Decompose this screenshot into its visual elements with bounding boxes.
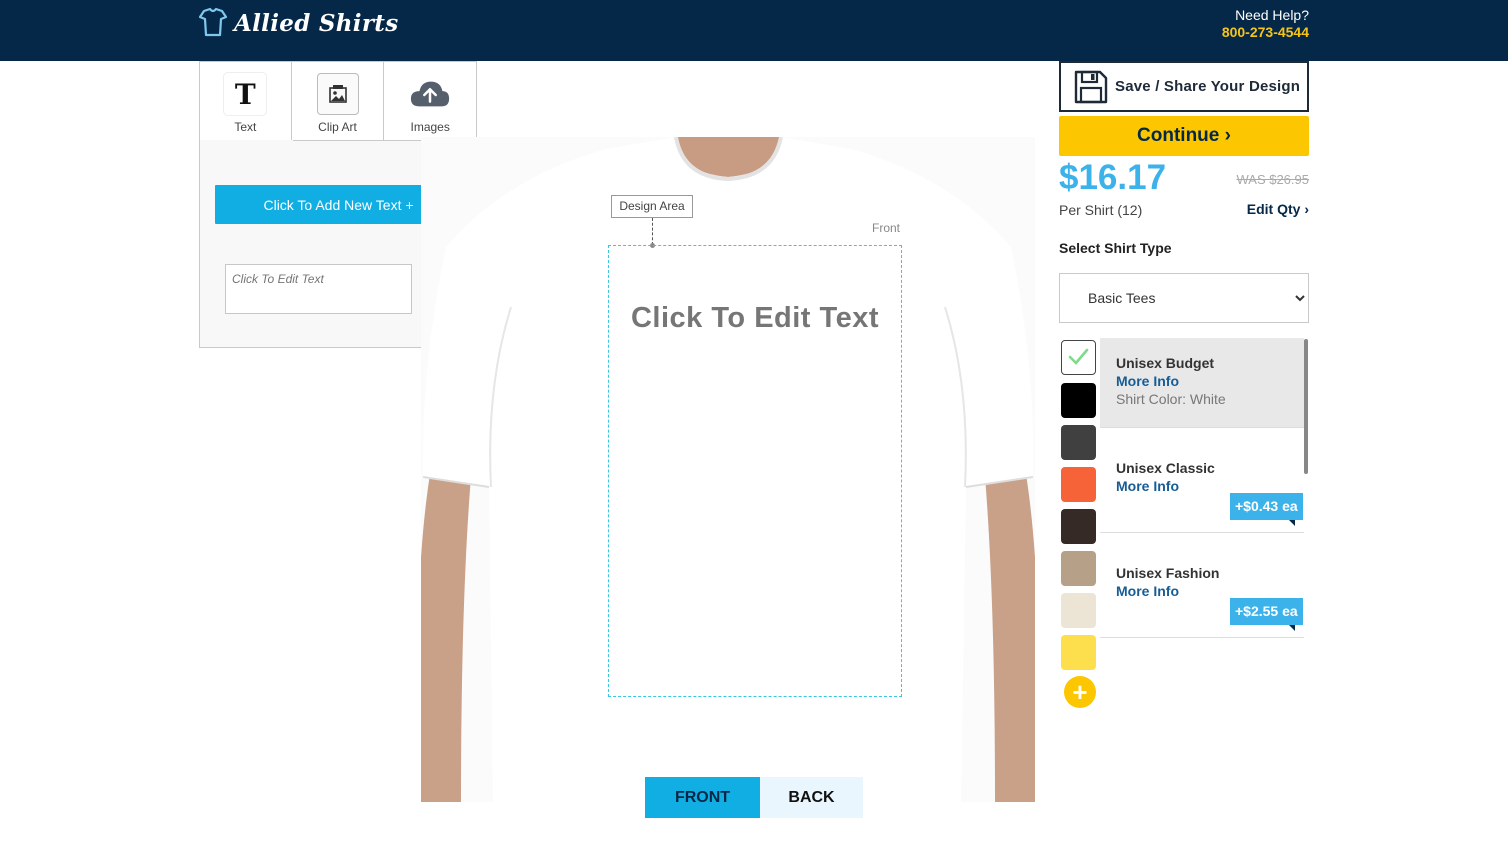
swatch-color[interactable] — [1061, 509, 1096, 544]
save-share-label: Save / Share Your Design — [1115, 78, 1301, 95]
clip-art-icon — [316, 73, 359, 115]
tab-label: Text — [234, 120, 257, 134]
help-label: Need Help? — [1235, 7, 1309, 23]
shirt-type-item[interactable]: Unisex Fashion More Info +$2.55 ea — [1100, 548, 1304, 638]
text-t-icon: T — [224, 73, 267, 115]
chevron-right-icon: › — [1304, 201, 1309, 217]
price-upcharge-badge: +$2.55 ea — [1230, 598, 1303, 625]
badge-corner — [1289, 520, 1295, 526]
tab-label: Clip Art — [318, 120, 357, 134]
tool-tabs: T Text Clip Art Images — [199, 61, 478, 141]
continue-button[interactable]: Continue › — [1059, 116, 1309, 156]
floppy-disk-icon — [1074, 70, 1108, 103]
swatch-color[interactable] — [1061, 593, 1096, 628]
list-scrollbar[interactable] — [1304, 339, 1308, 474]
side-toggle: FRONT BACK — [645, 777, 863, 818]
side-label: Front — [872, 221, 901, 235]
swatch-white[interactable] — [1061, 340, 1096, 375]
tab-text[interactable]: T Text — [199, 61, 292, 141]
design-text-element[interactable]: Click To Edit Text — [608, 302, 902, 335]
help-contact: Need Help? 800-273-4544 — [1222, 7, 1309, 41]
brand-logo[interactable]: Allied Shirts — [198, 6, 398, 40]
back-side-button[interactable]: BACK — [760, 777, 863, 818]
brand-name: Allied Shirts — [234, 9, 399, 37]
swatch-color[interactable] — [1061, 635, 1096, 670]
price-upcharge-badge: +$0.43 ea — [1230, 493, 1303, 520]
edit-qty-link[interactable]: Edit Qty › — [1239, 201, 1309, 217]
continue-label: Continue — [1137, 125, 1220, 146]
checkmark-icon — [1068, 348, 1089, 365]
edit-text-field[interactable] — [225, 264, 412, 314]
design-area-connector — [652, 218, 653, 245]
help-phone[interactable]: 800-273-4544 — [1222, 24, 1309, 41]
select-shirt-type-label: Select Shirt Type — [1059, 240, 1172, 256]
swatch-color[interactable] — [1061, 551, 1096, 586]
more-info-link[interactable]: More Info — [1116, 478, 1179, 494]
swatch-color[interactable] — [1061, 467, 1096, 502]
shirt-logo-icon — [198, 7, 228, 37]
shirt-type-name: Unisex Classic — [1116, 460, 1215, 476]
swatch-color[interactable] — [1061, 383, 1096, 418]
shirt-type-name: Unisex Budget — [1116, 355, 1215, 371]
price-per-shirt: $16.17 — [1059, 158, 1167, 197]
tab-clip-art[interactable]: Clip Art — [291, 61, 385, 141]
cloud-upload-icon — [409, 73, 451, 115]
tab-images[interactable]: Images — [384, 61, 478, 141]
per-shirt-quantity: Per Shirt (12) — [1059, 202, 1143, 218]
tab-label: Images — [410, 120, 450, 134]
chevron-right-icon: › — [1224, 125, 1231, 146]
swatch-color[interactable] — [1061, 425, 1096, 460]
more-info-link[interactable]: More Info — [1116, 373, 1179, 389]
shirt-type-item[interactable]: Unisex Budget More Info Shirt Color: Whi… — [1100, 338, 1304, 428]
shirt-type-select[interactable]: Basic Tees — [1059, 273, 1309, 323]
shirt-type-item[interactable]: Unisex Classic More Info +$0.43 ea — [1100, 443, 1304, 533]
design-area-label: Design Area — [611, 195, 693, 218]
front-side-button[interactable]: FRONT — [645, 777, 760, 818]
shirt-type-name: Unisex Fashion — [1116, 565, 1220, 581]
edit-qty-label: Edit Qty — [1246, 201, 1301, 217]
was-price: WAS $26.95 — [1236, 172, 1309, 187]
shirt-type-list: Unisex Budget More Info Shirt Color: Whi… — [1100, 337, 1310, 647]
more-info-link[interactable]: More Info — [1116, 583, 1179, 599]
top-header: Allied Shirts Need Help? 800-273-4544 — [0, 0, 1508, 61]
more-colors-icon[interactable]: + — [1064, 676, 1096, 708]
badge-corner — [1289, 625, 1295, 631]
save-share-button[interactable]: Save / Share Your Design — [1059, 61, 1309, 112]
shirt-color-text: Shirt Color: White — [1116, 391, 1226, 407]
